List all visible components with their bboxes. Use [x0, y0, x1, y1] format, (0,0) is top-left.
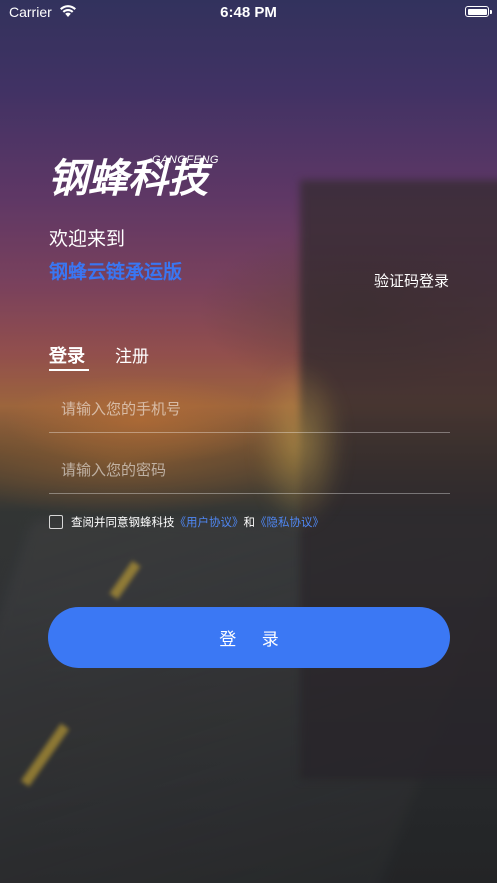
tab-indicator: [49, 369, 89, 371]
background-image: [0, 0, 497, 883]
battery-fill: [467, 8, 487, 15]
welcome-text: 欢迎来到: [49, 228, 126, 250]
sms-login-link[interactable]: 验证码登录: [374, 270, 449, 291]
battery-icon: [465, 6, 492, 17]
phone-field: [49, 386, 450, 433]
app-name: 钢蜂云链承运版: [49, 261, 183, 283]
agreement-text: 查阅并同意钢蜂科技《用户协议》和《隐私协议》: [71, 514, 324, 530]
user-agreement-link[interactable]: 《用户协议》: [175, 515, 244, 529]
login-button[interactable]: 登 录: [48, 607, 450, 668]
password-field: [49, 447, 450, 494]
background-veil: [0, 0, 497, 883]
clock: 6:48 PM: [220, 4, 277, 21]
password-input[interactable]: [59, 457, 443, 483]
tab-login[interactable]: 登录: [49, 342, 85, 368]
logo-english: GANGFENG: [152, 154, 219, 166]
brand-logo: 钢蜂科技 GANGFENG: [48, 150, 228, 210]
agreement-prefix: 查阅并同意钢蜂科技: [71, 515, 175, 529]
privacy-policy-link[interactable]: 《隐私协议》: [255, 515, 324, 529]
status-bar: Carrier 6:48 PM: [0, 0, 497, 26]
tab-register[interactable]: 注册: [115, 342, 149, 367]
agreement-conjunction: 和: [243, 515, 256, 529]
phone-input[interactable]: [59, 396, 443, 422]
checkbox-icon[interactable]: [49, 515, 63, 529]
